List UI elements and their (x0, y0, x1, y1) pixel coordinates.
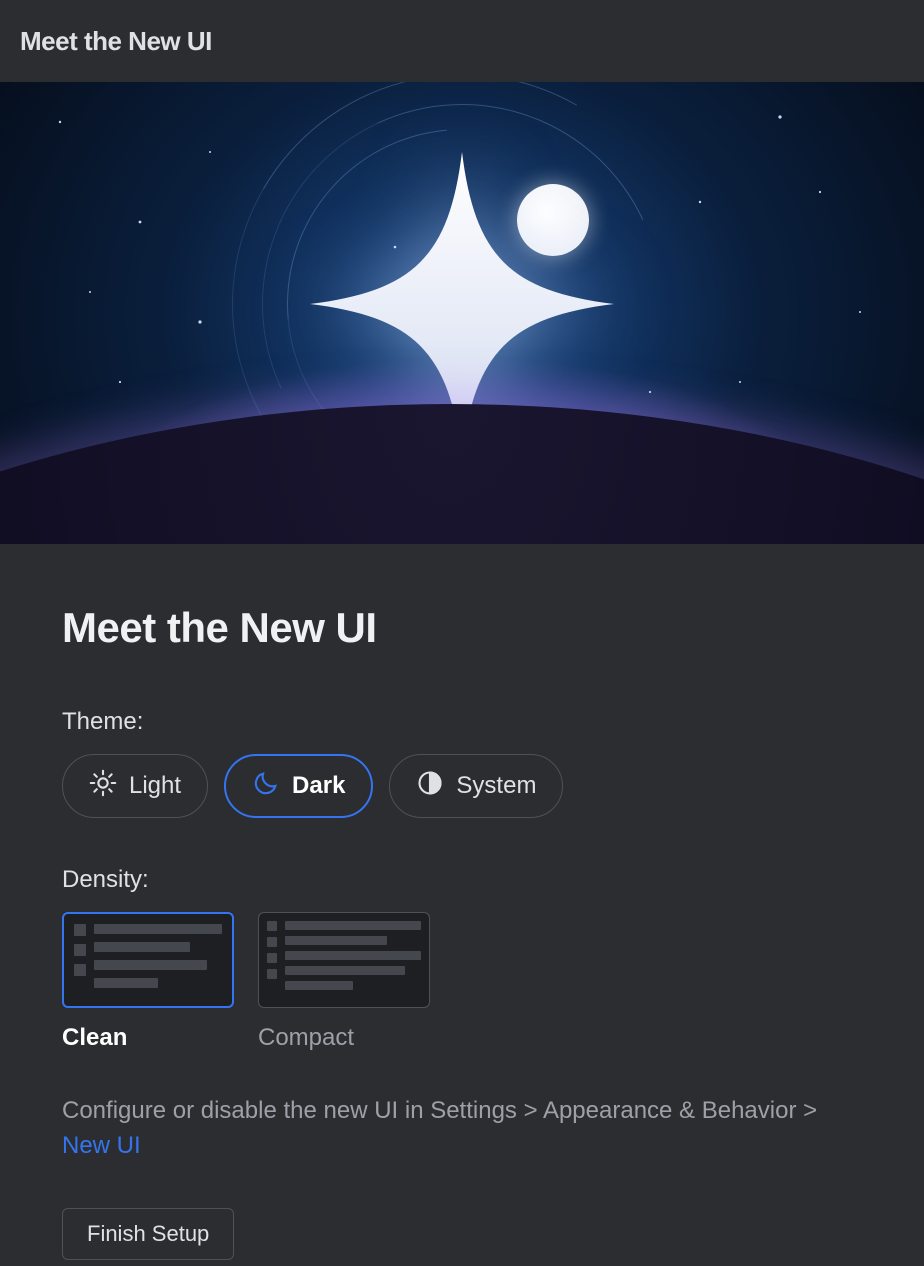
theme-option-system[interactable]: System (389, 754, 563, 818)
page-title: Meet the New UI (62, 604, 862, 652)
theme-option-label: Light (129, 772, 181, 800)
theme-options: Light Dark System (62, 754, 862, 818)
hint-prefix: Configure or disable the new UI in (62, 1097, 430, 1124)
density-options: Clean Compact (62, 912, 862, 1052)
new-ui-settings-link[interactable]: New UI (62, 1132, 141, 1159)
theme-option-label: System (456, 772, 536, 800)
titlebar: Meet the New UI (0, 0, 924, 82)
theme-option-label: Dark (292, 772, 345, 800)
density-preview-compact (258, 912, 430, 1008)
contrast-icon (416, 769, 444, 804)
hero-illustration (0, 82, 924, 544)
density-label: Density: (62, 866, 862, 894)
density-option-label: Clean (62, 1024, 234, 1052)
theme-option-light[interactable]: Light (62, 754, 208, 818)
density-option-clean[interactable]: Clean (62, 912, 234, 1052)
theme-option-dark[interactable]: Dark (224, 754, 373, 818)
density-preview-clean (62, 912, 234, 1008)
theme-label: Theme: (62, 708, 862, 736)
window-title: Meet the New UI (20, 26, 212, 57)
settings-hint: Configure or disable the new UI in Setti… (62, 1094, 822, 1164)
content-panel: Meet the New UI Theme: Light (0, 544, 924, 1266)
finish-setup-button[interactable]: Finish Setup (62, 1208, 234, 1260)
density-option-label: Compact (258, 1024, 430, 1052)
hint-path: Settings > Appearance & Behavior > (430, 1097, 817, 1124)
moon-icon (252, 769, 280, 804)
sun-icon (89, 769, 117, 804)
density-option-compact[interactable]: Compact (258, 912, 430, 1052)
